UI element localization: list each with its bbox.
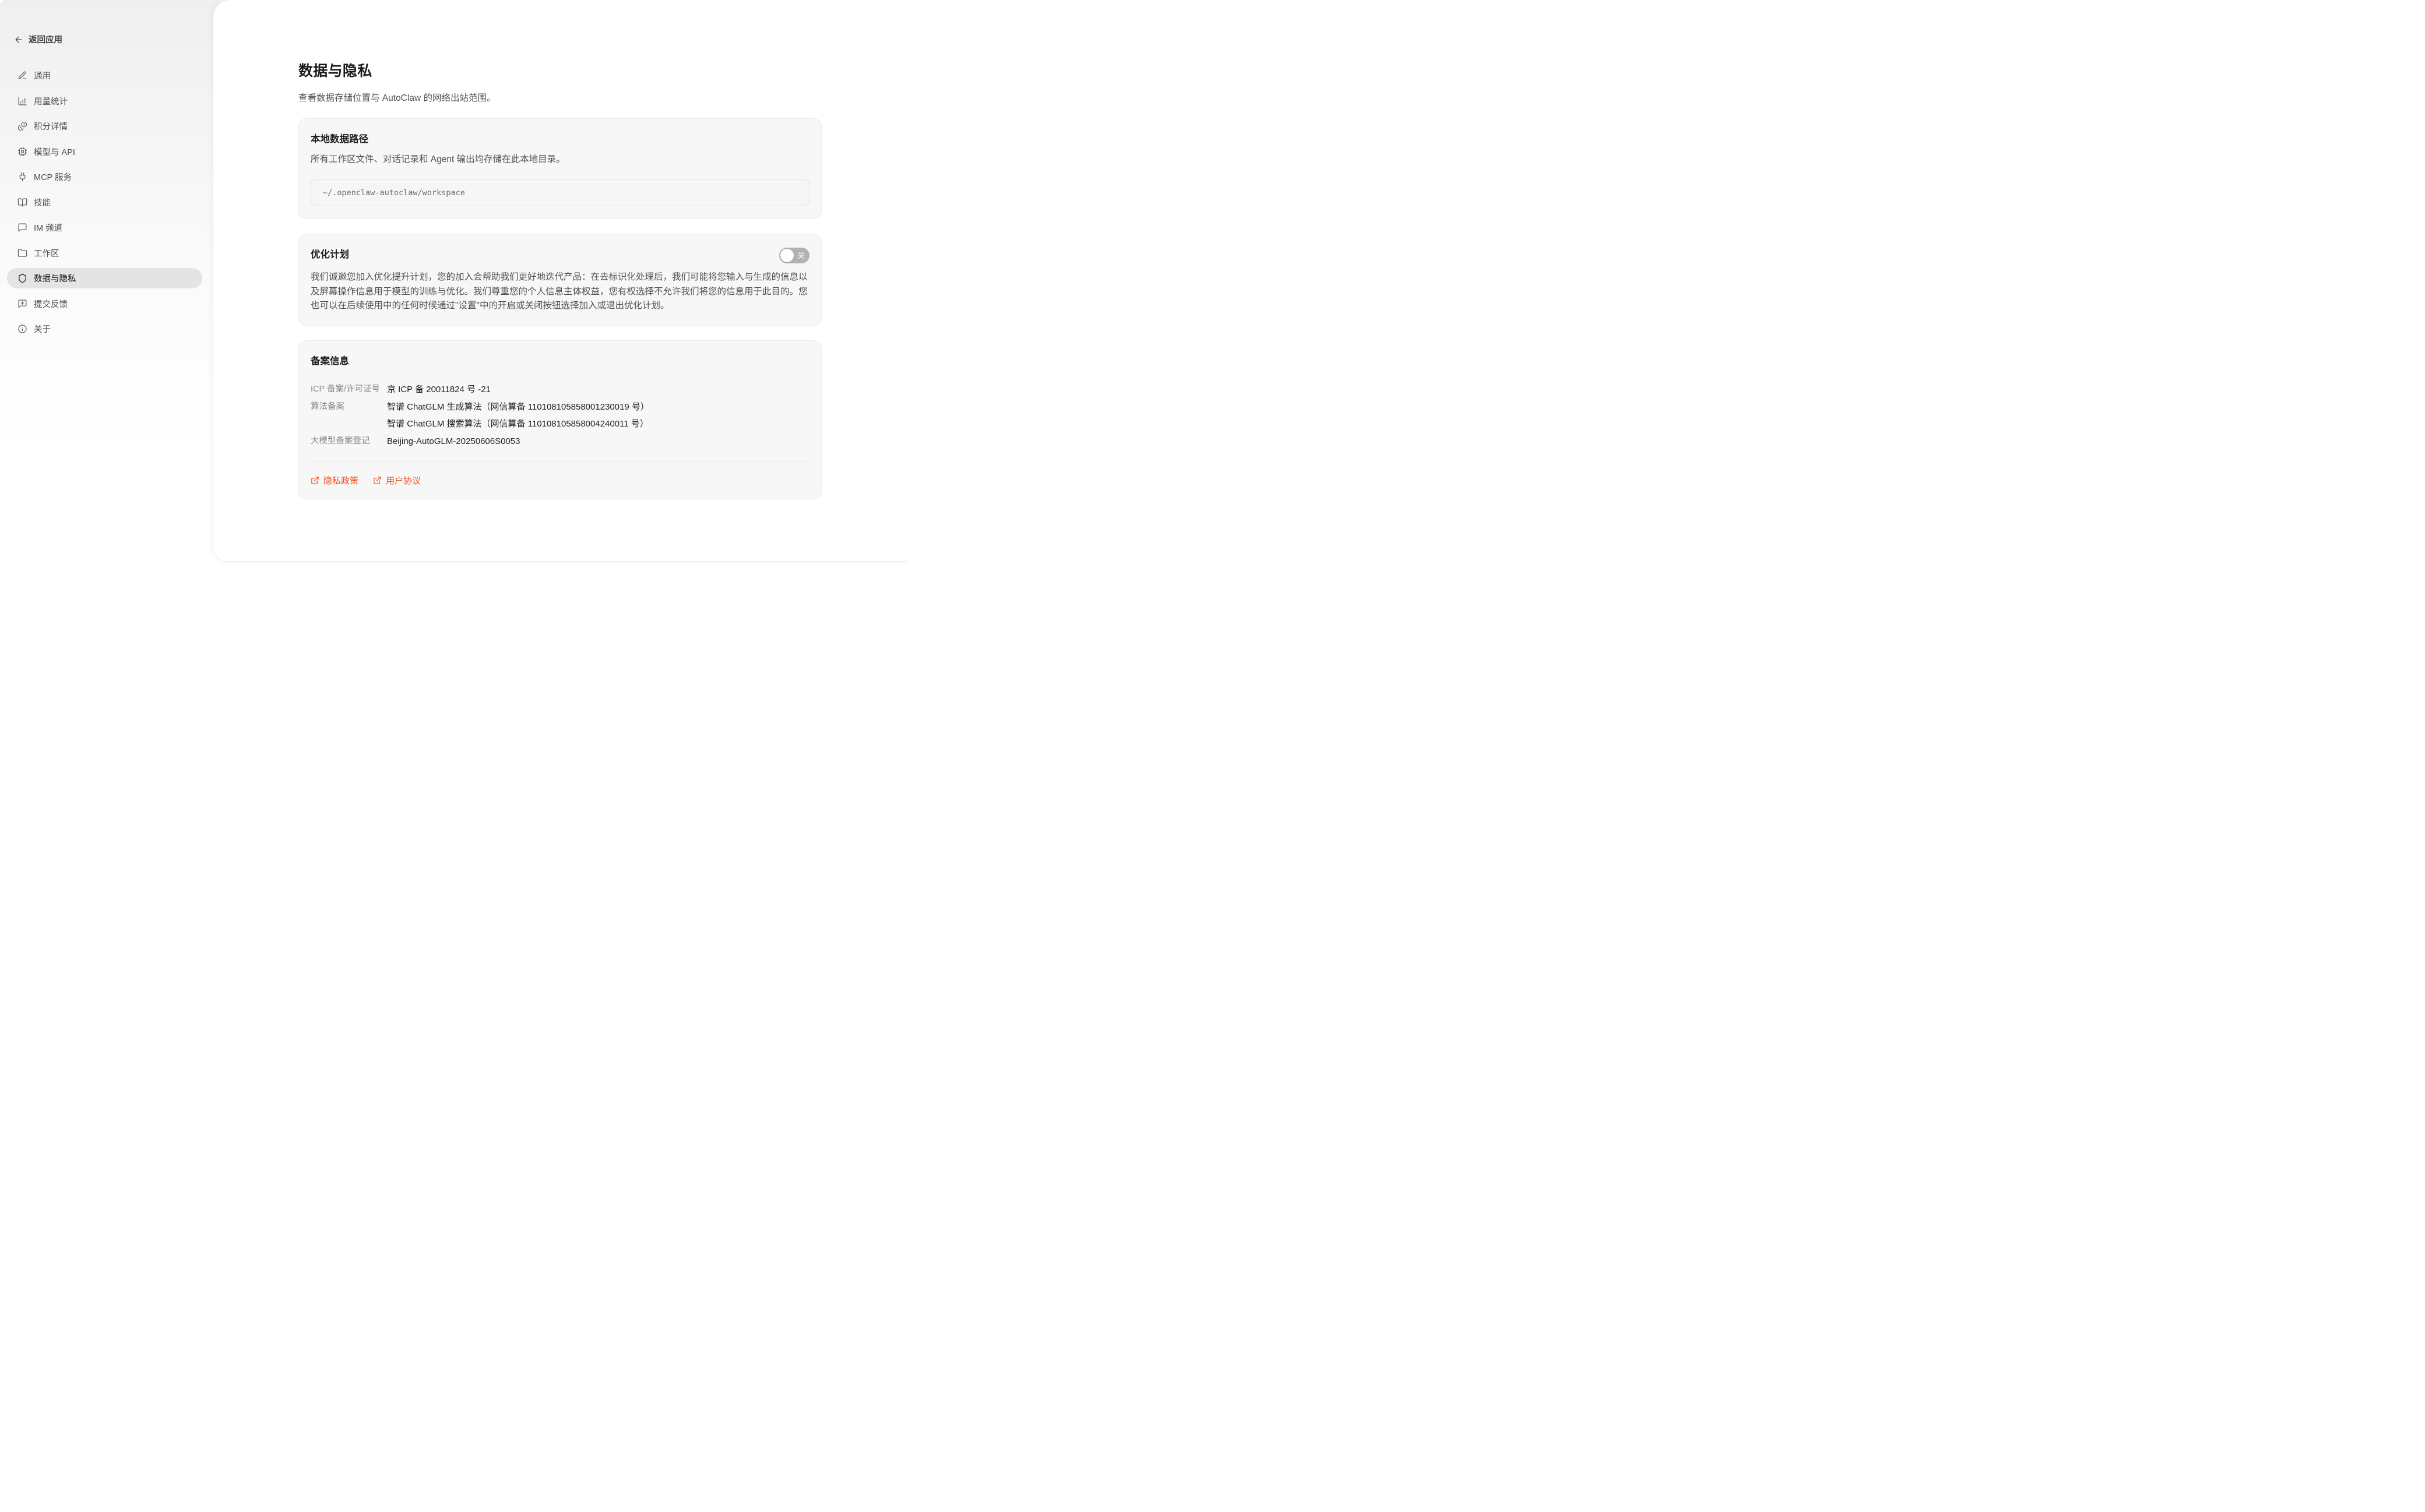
row-label: ICP 备案/许可证号 bbox=[311, 381, 387, 399]
optimization-plan-card: 优化计划 关 我们诚邀您加入优化提升计划，您的加入会帮助我们更好地迭代产品：在去… bbox=[298, 234, 822, 326]
row-value: 智谱 ChatGLM 搜索算法（网信算备 1101081058580042400… bbox=[387, 415, 809, 433]
plug-icon bbox=[17, 172, 27, 182]
sidebar-item-label: 关于 bbox=[34, 323, 51, 335]
external-link-icon bbox=[373, 476, 382, 485]
row-label: 大模型备案登记 bbox=[311, 433, 387, 450]
local-data-path-card: 本地数据路径 所有工作区文件、对话记录和 Agent 输出均存储在此本地目录。 … bbox=[298, 118, 822, 219]
sidebar-item-label: IM 频道 bbox=[34, 221, 62, 234]
privacy-policy-label: 隐私政策 bbox=[323, 474, 358, 487]
external-link-icon bbox=[311, 476, 319, 485]
toggle-state-label: 关 bbox=[797, 252, 805, 260]
sidebar-item-models-api[interactable]: 模型与 API bbox=[7, 142, 202, 162]
sidebar-item-im-channels[interactable]: IM 频道 bbox=[7, 217, 202, 238]
sidebar-item-label: 模型与 API bbox=[34, 146, 75, 158]
sidebar-item-label: 通用 bbox=[34, 69, 51, 82]
filing-row-icp: ICP 备案/许可证号 京 ICP 备 20011824 号 -21 bbox=[311, 381, 809, 399]
sidebar-item-label: 积分详情 bbox=[34, 120, 68, 132]
settings-sidebar: 返回应用 通用 用量统计 积分详情 bbox=[0, 0, 213, 565]
sidebar-item-label: 工作区 bbox=[34, 247, 59, 259]
sidebar-item-label: 数据与隐私 bbox=[34, 272, 76, 284]
folder-icon bbox=[17, 248, 27, 258]
back-to-app-button[interactable]: 返回应用 bbox=[14, 33, 62, 45]
main-panel: 数据与隐私 查看数据存储位置与 AutoClaw 的网络出站范围。 本地数据路径… bbox=[213, 0, 907, 562]
sidebar-item-label: MCP 服务 bbox=[34, 171, 72, 183]
pencil-icon bbox=[17, 71, 27, 80]
user-agreement-link[interactable]: 用户协议 bbox=[373, 474, 421, 487]
shield-icon bbox=[17, 273, 27, 283]
sidebar-item-credits[interactable]: 积分详情 bbox=[7, 116, 202, 136]
page-title: 数据与隐私 bbox=[298, 59, 822, 80]
message-square-plus-icon bbox=[17, 299, 27, 309]
back-to-app-label: 返回应用 bbox=[29, 33, 62, 45]
toggle-knob bbox=[780, 249, 794, 262]
row-value: 智谱 ChatGLM 生成算法（网信算备 1101081058580012300… bbox=[387, 399, 809, 416]
sidebar-item-usage-stats[interactable]: 用量统计 bbox=[7, 91, 202, 111]
sidebar-item-skills[interactable]: 技能 bbox=[7, 192, 202, 213]
sidebar-item-label: 技能 bbox=[34, 196, 51, 209]
sidebar-nav: 通用 用量统计 积分详情 模型与 API bbox=[0, 65, 213, 339]
sidebar-item-data-privacy[interactable]: 数据与隐私 bbox=[7, 268, 202, 288]
filing-row-large-model: 大模型备案登记 Beijing-AutoGLM-20250606S0053 bbox=[311, 433, 809, 450]
sidebar-item-label: 提交反馈 bbox=[34, 298, 68, 310]
coins-icon bbox=[17, 121, 27, 131]
optimization-toggle[interactable]: 关 bbox=[779, 248, 809, 263]
info-circle-icon bbox=[17, 324, 27, 334]
sidebar-item-label: 用量统计 bbox=[34, 95, 68, 107]
card-title: 优化计划 bbox=[311, 246, 349, 260]
filing-info-card: 备案信息 ICP 备案/许可证号 京 ICP 备 20011824 号 -21 … bbox=[298, 340, 822, 499]
data-path-value: ~/.openclaw-autoclaw/workspace bbox=[323, 188, 465, 198]
arrow-left-icon bbox=[14, 35, 23, 44]
filing-row-algorithm: 算法备案 智谱 ChatGLM 生成算法（网信算备 11010810585800… bbox=[311, 399, 809, 416]
sidebar-item-workspace[interactable]: 工作区 bbox=[7, 243, 202, 263]
book-open-icon bbox=[17, 198, 27, 207]
cpu-icon bbox=[17, 147, 27, 157]
sidebar-item-mcp-services[interactable]: MCP 服务 bbox=[7, 167, 202, 187]
sidebar-item-general[interactable]: 通用 bbox=[7, 65, 202, 86]
card-description: 我们诚邀您加入优化提升计划，您的加入会帮助我们更好地迭代产品：在去标识化处理后，… bbox=[311, 270, 809, 313]
privacy-policy-link[interactable]: 隐私政策 bbox=[311, 474, 358, 487]
bar-chart-icon bbox=[17, 96, 27, 106]
card-title: 备案信息 bbox=[311, 353, 809, 367]
row-value: Beijing-AutoGLM-20250606S0053 bbox=[387, 433, 809, 450]
sidebar-item-feedback[interactable]: 提交反馈 bbox=[7, 294, 202, 314]
page-subtitle: 查看数据存储位置与 AutoClaw 的网络出站范围。 bbox=[298, 91, 822, 104]
card-title: 本地数据路径 bbox=[311, 131, 809, 145]
data-path-field[interactable]: ~/.openclaw-autoclaw/workspace bbox=[311, 179, 809, 206]
sidebar-item-about[interactable]: 关于 bbox=[7, 319, 202, 339]
row-label: 算法备案 bbox=[311, 399, 387, 416]
filing-rows: ICP 备案/许可证号 京 ICP 备 20011824 号 -21 算法备案 … bbox=[311, 381, 809, 450]
app-window: 返回应用 通用 用量统计 积分详情 bbox=[0, 0, 907, 565]
message-square-icon bbox=[17, 223, 27, 232]
card-description: 所有工作区文件、对话记录和 Agent 输出均存储在此本地目录。 bbox=[311, 153, 809, 167]
filing-row-algorithm-2: 智谱 ChatGLM 搜索算法（网信算备 1101081058580042400… bbox=[311, 415, 809, 433]
row-value: 京 ICP 备 20011824 号 -21 bbox=[387, 381, 809, 399]
user-agreement-label: 用户协议 bbox=[386, 474, 421, 487]
